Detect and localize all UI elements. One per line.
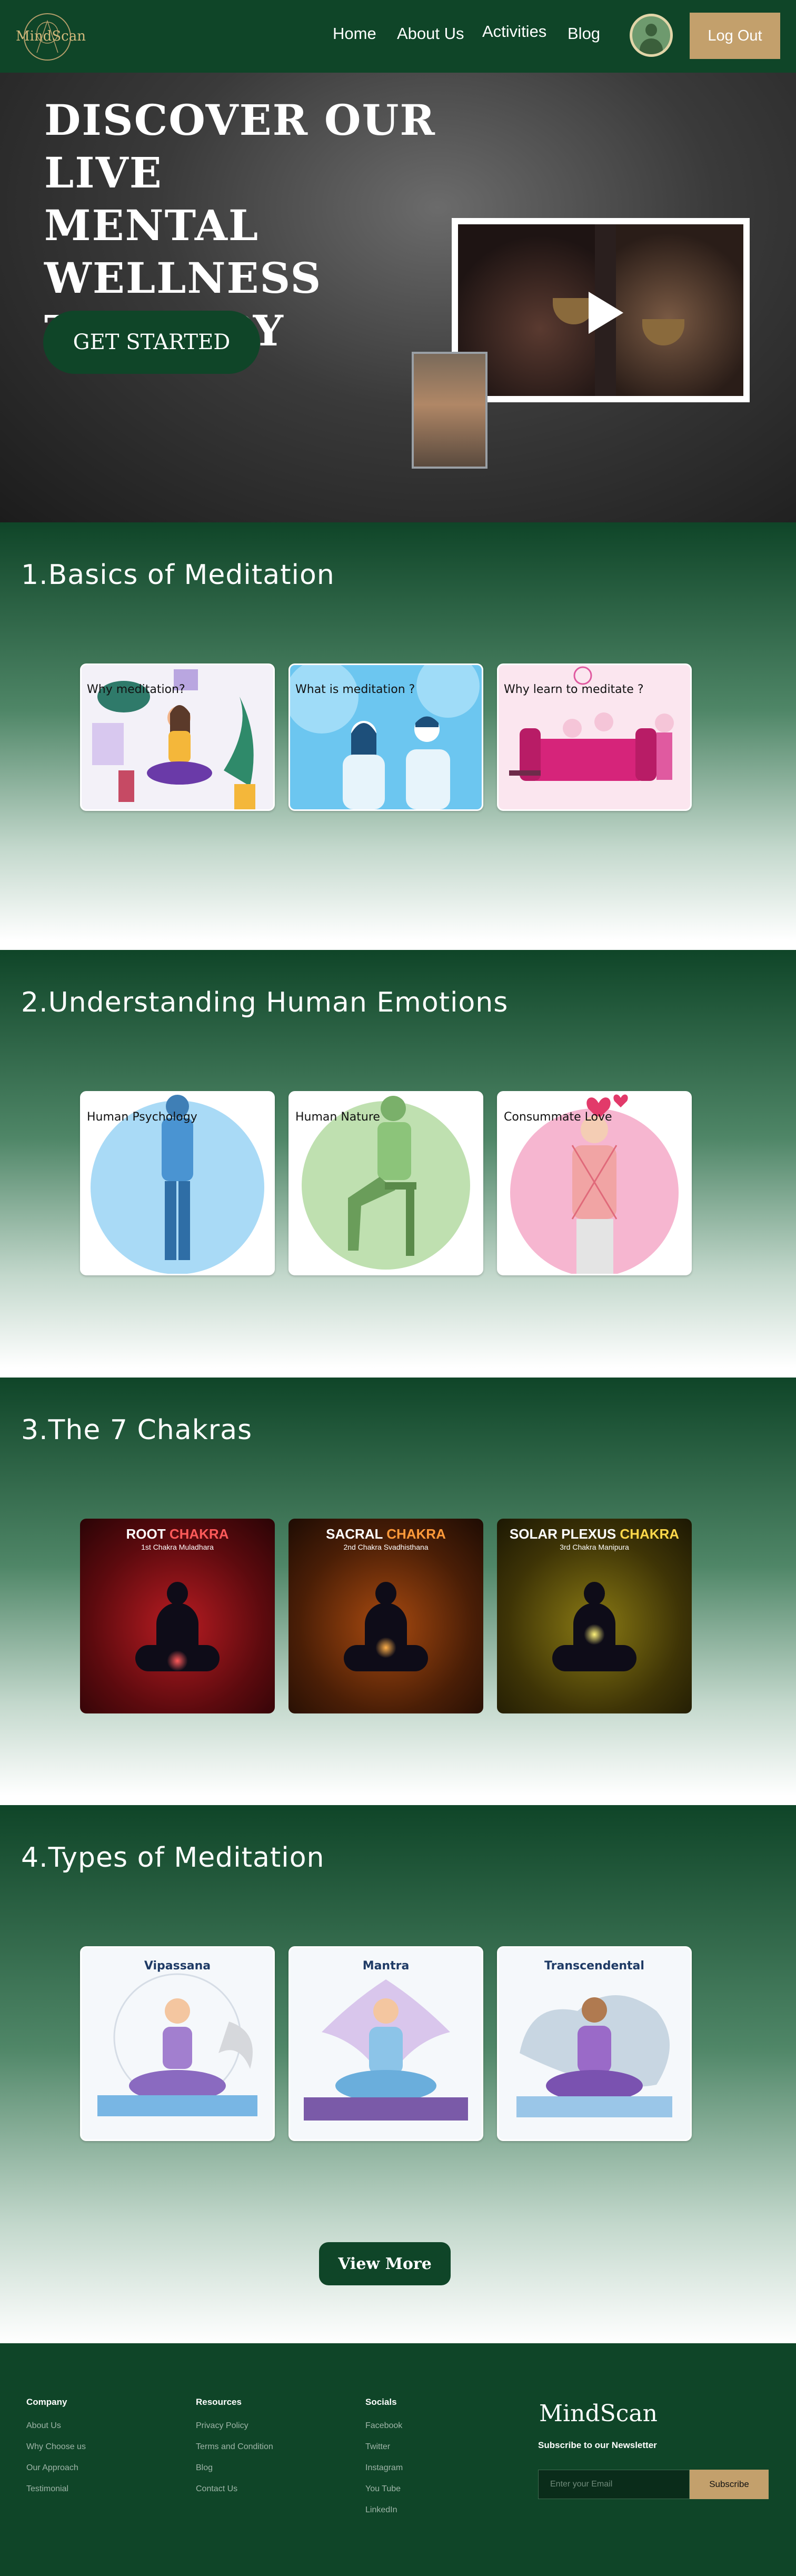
footer-link-blog[interactable]: Blog xyxy=(196,2463,213,2473)
hero-title-line: MENTAL WELLNESS xyxy=(44,201,322,303)
vipassana-meditation-illustration xyxy=(82,1948,273,2139)
top-navbar: MindScan Home About Us Activities Blog L… xyxy=(0,0,796,73)
logo[interactable]: MindScan xyxy=(16,11,86,63)
section-the-7-chakras: 3.The 7 Chakras ROOT CHAKRA 1st Chakra M… xyxy=(0,1378,796,1796)
section-title: 3.The 7 Chakras xyxy=(21,1414,253,1446)
card-label: Human Nature xyxy=(295,1111,380,1124)
play-icon[interactable] xyxy=(589,292,623,334)
card-transcendental[interactable]: Transcendental xyxy=(497,1946,692,2141)
figure-head xyxy=(167,1582,188,1605)
hero-section: DISCOVER OUR LIVE MENTAL WELLNESS THERAP… xyxy=(0,73,796,522)
footer-heading-resources: Resources xyxy=(196,2397,242,2407)
card-human-psychology[interactable]: Human Psychology xyxy=(80,1091,275,1275)
nav-about-us[interactable]: About Us xyxy=(397,24,464,43)
footer-link-about-us[interactable]: About Us xyxy=(26,2421,61,2431)
card-mantra[interactable]: Mantra xyxy=(288,1946,483,2141)
card-root-chakra[interactable]: ROOT CHAKRA 1st Chakra Muladhara xyxy=(80,1519,275,1713)
footer-link-youtube[interactable]: You Tube xyxy=(365,2484,401,2494)
section-understanding-human-emotions: 2.Understanding Human Emotions Human Psy… xyxy=(0,950,796,1368)
figure-body xyxy=(156,1603,198,1650)
card-label: Mantra xyxy=(362,1959,410,1973)
get-started-button[interactable]: GET STARTED xyxy=(43,311,260,374)
transcendental-meditation-illustration xyxy=(499,1948,690,2139)
chakra-accent: CHAKRA xyxy=(169,1526,229,1542)
nav-blog[interactable]: Blog xyxy=(568,24,600,43)
video-player[interactable] xyxy=(452,218,750,402)
chakra-subtitle: 3rd Chakra Manipura xyxy=(560,1543,629,1551)
figure-head xyxy=(375,1582,396,1605)
footer-link-why-choose-us[interactable]: Why Choose us xyxy=(26,2442,86,2452)
card-solar-plexus-chakra[interactable]: SOLAR PLEXUS CHAKRA 3rd Chakra Manipura xyxy=(497,1519,692,1713)
newsletter-email-input[interactable] xyxy=(538,2470,690,2499)
nav-home[interactable]: Home xyxy=(333,24,376,43)
chakra-name: ROOT xyxy=(126,1526,166,1542)
card-what-is-meditation[interactable]: What is meditation ? xyxy=(288,663,483,811)
footer-heading-socials: Socials xyxy=(365,2397,397,2407)
footer-link-contact-us[interactable]: Contact Us xyxy=(196,2484,237,2494)
logo-text: MindScan xyxy=(16,28,86,44)
view-more-button[interactable]: View More xyxy=(319,2242,451,2285)
card-label: Human Psychology xyxy=(87,1111,197,1124)
section-title: 1.Basics of Meditation xyxy=(21,559,335,591)
chakra-subtitle: 2nd Chakra Svadhisthana xyxy=(343,1543,429,1551)
meditating-figure xyxy=(135,1582,220,1687)
card-why-meditation[interactable]: Why meditation? xyxy=(80,663,275,811)
video-thumbnail[interactable] xyxy=(412,352,487,469)
footer-link-privacy-policy[interactable]: Privacy Policy xyxy=(196,2421,248,2431)
newsletter-heading: Subscribe to our Newsletter xyxy=(538,2440,657,2450)
avatar-head xyxy=(645,24,657,36)
card-consummate-love[interactable]: Consummate Love xyxy=(497,1091,692,1275)
card-label: Why learn to meditate ? xyxy=(504,683,644,696)
chakra-subtitle: 1st Chakra Muladhara xyxy=(141,1543,214,1551)
card-vipassana[interactable]: Vipassana xyxy=(80,1946,275,2141)
chakra-name: SOLAR PLEXUS xyxy=(509,1526,616,1542)
section-types-of-meditation: 4.Types of Meditation Vipassana Mantra T… xyxy=(0,1805,796,2343)
figure-head xyxy=(584,1582,605,1605)
meditating-figure xyxy=(552,1582,636,1687)
chakra-glow xyxy=(167,1650,188,1671)
footer-link-twitter[interactable]: Twitter xyxy=(365,2442,390,2452)
chakra-title: SOLAR PLEXUS CHAKRA xyxy=(497,1526,692,1542)
card-human-nature[interactable]: Human Nature xyxy=(288,1091,483,1275)
card-label: Vipassana xyxy=(144,1959,211,1973)
chakra-glow xyxy=(375,1637,396,1658)
card-label: Consummate Love xyxy=(504,1111,612,1124)
section-title: 2.Understanding Human Emotions xyxy=(21,987,509,1018)
footer-link-terms[interactable]: Terms and Condition xyxy=(196,2442,273,2452)
card-label: What is meditation ? xyxy=(295,683,415,696)
footer-link-our-approach[interactable]: Our Approach xyxy=(26,2463,78,2473)
card-why-learn-to-meditate[interactable]: Why learn to meditate ? xyxy=(497,663,692,811)
card-label: Why meditation? xyxy=(87,683,185,696)
subscribe-button[interactable]: Subscribe xyxy=(690,2470,769,2499)
logout-button[interactable]: Log Out xyxy=(690,13,780,59)
section-basics-of-meditation: 1.Basics of Meditation Why meditation? W… xyxy=(0,522,796,940)
card-sacral-chakra[interactable]: SACRAL CHAKRA 2nd Chakra Svadhisthana xyxy=(288,1519,483,1713)
footer-brand: MindScan xyxy=(539,2400,658,2427)
user-avatar[interactable] xyxy=(630,14,673,57)
footer-link-linkedin[interactable]: LinkedIn xyxy=(365,2505,397,2515)
footer: Company About Us Why Choose us Our Appro… xyxy=(0,2343,796,2576)
figure-legs xyxy=(552,1645,636,1671)
footer-link-facebook[interactable]: Facebook xyxy=(365,2421,402,2431)
chakra-name: SACRAL xyxy=(326,1526,383,1542)
mantra-meditation-illustration xyxy=(290,1948,482,2139)
video-frame-right xyxy=(616,224,743,396)
chakra-glow xyxy=(584,1624,605,1645)
chakra-title: SACRAL CHAKRA xyxy=(288,1526,483,1542)
section-title: 4.Types of Meditation xyxy=(21,1842,325,1874)
meditating-figure xyxy=(344,1582,428,1687)
footer-link-instagram[interactable]: Instagram xyxy=(365,2463,403,2473)
chakra-accent: CHAKRA xyxy=(386,1526,446,1542)
chakra-accent: CHAKRA xyxy=(620,1526,680,1542)
chakra-title: ROOT CHAKRA xyxy=(80,1526,275,1542)
hero-title-line: DISCOVER OUR LIVE xyxy=(44,95,436,197)
footer-link-testimonial[interactable]: Testimonial xyxy=(26,2484,68,2494)
avatar-body xyxy=(640,38,663,54)
card-label: Transcendental xyxy=(544,1959,644,1973)
footer-heading-company: Company xyxy=(26,2397,67,2407)
nav-activities[interactable]: Activities xyxy=(482,22,546,41)
